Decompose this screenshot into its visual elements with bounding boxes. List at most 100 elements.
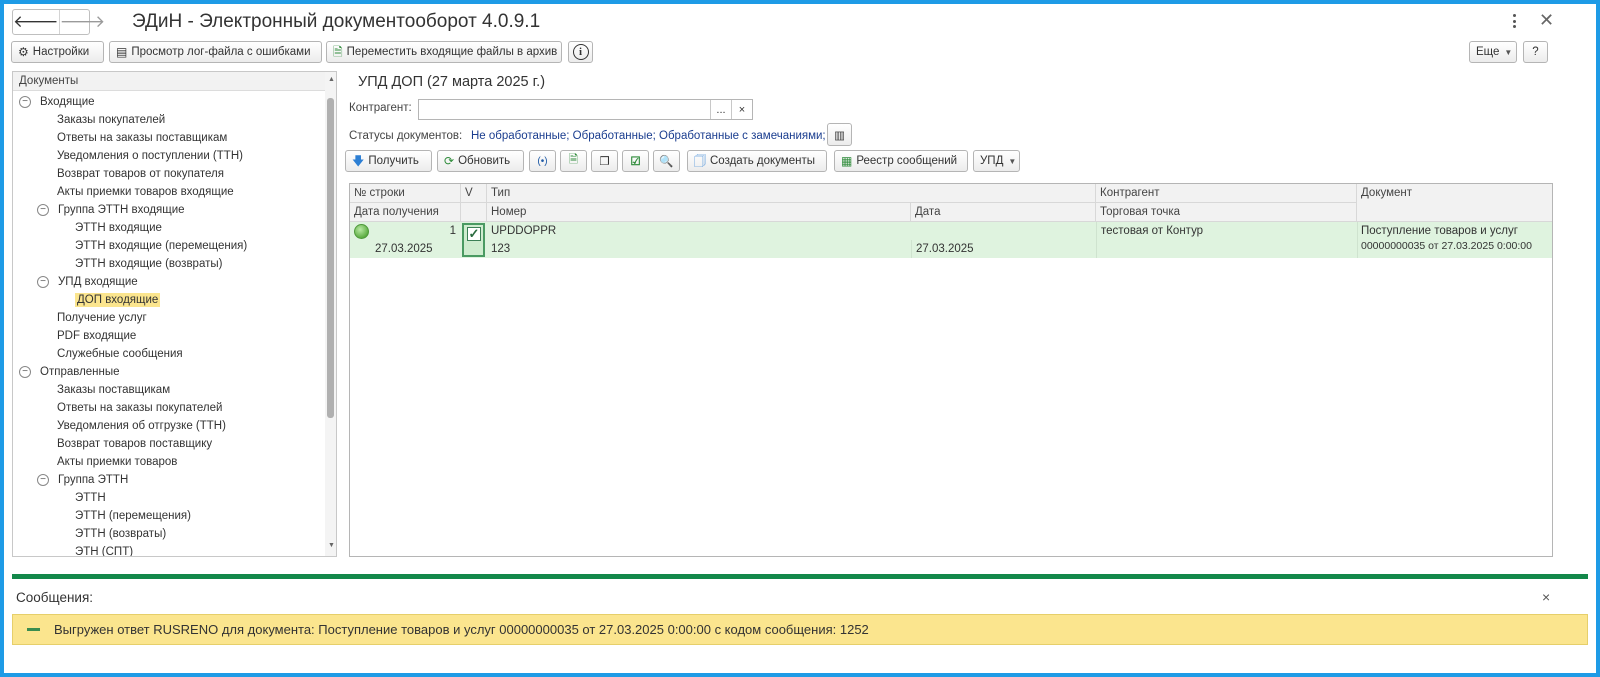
tree-item[interactable]: Служебные сообщения bbox=[57, 345, 183, 363]
contractor-select-button[interactable]: ... bbox=[710, 100, 731, 119]
column-header-document[interactable]: Документ bbox=[1357, 184, 1552, 222]
forward-button[interactable]: 🡒 bbox=[60, 10, 106, 34]
tree-item[interactable]: Акты приемки товаров входящие bbox=[57, 183, 234, 201]
tree-item[interactable]: ЭТТН bbox=[75, 489, 106, 507]
contractor-field: ... × bbox=[418, 99, 753, 120]
tree-item[interactable]: ДОП входящие bbox=[75, 291, 161, 309]
create-documents-button[interactable]: 🗍 Создать документы bbox=[687, 150, 827, 172]
tree-item[interactable]: Заказы поставщикам bbox=[57, 381, 170, 399]
column-header-row-no[interactable]: № строки bbox=[350, 184, 461, 203]
tree-item[interactable]: ЭТТН (возвраты) bbox=[75, 525, 166, 543]
tree-item[interactable]: Заказы покупателей bbox=[57, 111, 165, 129]
tree-item[interactable]: Акты приемки товаров bbox=[57, 453, 177, 471]
registry-button[interactable]: ▦ Реестр сообщений bbox=[834, 150, 968, 172]
message-text: Выгружен ответ RUSRENO для документа: По… bbox=[54, 622, 869, 637]
column-header-date[interactable]: Дата bbox=[911, 203, 1096, 222]
more-button[interactable]: Еще ▼ bbox=[1469, 41, 1517, 63]
chevron-down-icon: ▼ bbox=[1008, 156, 1017, 166]
tree-item[interactable]: − Отправленные bbox=[19, 363, 120, 381]
settings-button-label: Настройки bbox=[32, 46, 90, 58]
search-button[interactable]: 🔍 bbox=[653, 150, 680, 172]
tree-item[interactable]: ЭТТН входящие bbox=[75, 219, 162, 237]
scrollbar-thumb[interactable] bbox=[327, 98, 334, 418]
column-header-number[interactable]: Номер bbox=[487, 203, 911, 222]
tree-item[interactable]: − Группа ЭТТН bbox=[37, 471, 128, 489]
tree-item[interactable]: Ответы на заказы покупателей bbox=[57, 399, 222, 417]
receive-button[interactable]: 🡇 Получить bbox=[345, 150, 432, 172]
status-label: Статусы документов: bbox=[349, 130, 463, 142]
tree-item[interactable]: − Группа ЭТТН входящие bbox=[37, 201, 185, 219]
tree-item[interactable]: ЭТТН входящие (перемещения) bbox=[75, 237, 247, 255]
status-filter-button[interactable]: ▥ bbox=[827, 123, 852, 146]
collapse-toggle-icon[interactable]: − bbox=[19, 96, 31, 108]
tree-item[interactable]: Получение услуг bbox=[57, 309, 147, 327]
back-button[interactable]: 🡐 bbox=[13, 10, 60, 34]
tree-item[interactable]: PDF входящие bbox=[57, 327, 136, 345]
tree-item[interactable]: Ответы на заказы поставщикам bbox=[57, 129, 227, 147]
tree-item[interactable]: Уведомления об отгрузке (ТТН) bbox=[57, 417, 226, 435]
status-ok-icon bbox=[354, 224, 369, 239]
copy-button[interactable]: ❐ bbox=[591, 150, 618, 172]
tree-item-label: ЭТТН (перемещения) bbox=[75, 510, 191, 522]
tree-item[interactable]: − УПД входящие bbox=[37, 273, 138, 291]
create-documents-button-label: Создать документы bbox=[710, 155, 815, 167]
row-number-value: 123 bbox=[491, 243, 511, 255]
scroll-up-icon[interactable]: ▲ bbox=[328, 76, 335, 83]
collapse-toggle-icon[interactable]: − bbox=[37, 474, 49, 486]
row-date-received: 27.03.2025 bbox=[375, 243, 433, 255]
collapse-toggle-icon[interactable]: − bbox=[19, 366, 31, 378]
document-arrow-icon: 🗎 bbox=[568, 153, 579, 166]
tree-item-label: ЭТТН входящие (перемещения) bbox=[75, 240, 248, 252]
message-collapse-icon[interactable] bbox=[27, 628, 40, 631]
messages-title: Сообщения: bbox=[16, 590, 94, 605]
status-filter-link[interactable]: Не обработанные; Обработанные; Обработан… bbox=[471, 130, 826, 142]
contractor-clear-button[interactable]: × bbox=[731, 100, 752, 119]
collapse-toggle-icon[interactable]: − bbox=[37, 276, 49, 288]
check-all-button[interactable]: ☑ bbox=[622, 150, 649, 172]
tree-item[interactable]: Возврат товаров поставщику bbox=[57, 435, 212, 453]
app-window: 🡐 🡒 ЭДиН - Электронный документооборот 4… bbox=[4, 4, 1596, 673]
tree-item[interactable]: − Входящие bbox=[19, 93, 95, 111]
window-close-icon[interactable]: ✕ bbox=[1539, 10, 1554, 31]
message-item[interactable]: Выгружен ответ RUSRENO для документа: По… bbox=[12, 614, 1588, 645]
refresh-button[interactable]: ⟳ Обновить bbox=[437, 150, 524, 172]
window-menu-icon[interactable] bbox=[1508, 14, 1520, 28]
tree-item-label: Группа ЭТТН bbox=[58, 474, 129, 486]
tree-item-label: Заказы поставщикам bbox=[57, 384, 171, 396]
tree-item[interactable]: ЭТТН входящие (возвраты) bbox=[75, 255, 222, 273]
tree-scrollbar[interactable]: ▲ ▼ bbox=[325, 72, 336, 556]
arrow-right-icon: 🡒 bbox=[59, 12, 106, 31]
column-header-type[interactable]: Тип bbox=[487, 184, 1096, 203]
contractor-input[interactable] bbox=[419, 100, 710, 119]
exchange-button[interactable]: (•) bbox=[529, 150, 556, 172]
tree-item-label: Входящие bbox=[40, 96, 95, 108]
row-number: 1 bbox=[449, 225, 456, 237]
column-header-contractor[interactable]: Контрагент bbox=[1096, 184, 1357, 203]
tree-item[interactable]: Возврат товаров от покупателя bbox=[57, 165, 224, 183]
tree-item[interactable]: ЭТН (СПТ) bbox=[75, 543, 134, 557]
row-divider bbox=[1096, 222, 1097, 258]
tree-item[interactable]: ЭТТН (перемещения) bbox=[75, 507, 191, 525]
collapse-toggle-icon[interactable]: − bbox=[37, 204, 49, 216]
row-checkbox[interactable]: ✓ bbox=[467, 227, 481, 241]
tree-item-label: ЭТН (СПТ) bbox=[75, 546, 134, 557]
table-row[interactable]: 1 27.03.2025 ✓ UPDDOPPR 123 27.03.2025 т… bbox=[350, 222, 1552, 258]
upd-menu-button[interactable]: УПД ▼ bbox=[973, 150, 1020, 172]
column-header-trade-point[interactable]: Торговая точка bbox=[1096, 203, 1357, 222]
column-header-v[interactable]: V bbox=[461, 184, 487, 203]
checkmark-icon: ✓ bbox=[468, 226, 480, 241]
import-button[interactable]: 🗎 bbox=[560, 150, 587, 172]
row-document-title[interactable]: Поступление товаров и услуг bbox=[1361, 225, 1518, 237]
move-archive-button[interactable]: 🗎 Переместить входящие файлы в архив bbox=[326, 41, 562, 63]
info-button[interactable]: i bbox=[568, 41, 593, 63]
help-button[interactable]: ? bbox=[1523, 41, 1548, 63]
tree-item[interactable]: Уведомления о поступлении (ТТН) bbox=[57, 147, 243, 165]
help-button-label: ? bbox=[1532, 46, 1539, 58]
messages-close-icon[interactable]: × bbox=[1542, 589, 1550, 605]
view-log-button[interactable]: ▤ Просмотр лог-файла с ошибками bbox=[109, 41, 322, 63]
row-document-detail[interactable]: 00000000035 от 27.03.2025 0:00:00 bbox=[1361, 240, 1532, 252]
column-header-date-received[interactable]: Дата получения bbox=[350, 203, 461, 222]
row-checkbox-cell[interactable]: ✓ bbox=[462, 223, 485, 257]
scroll-down-icon[interactable]: ▼ bbox=[328, 542, 335, 549]
settings-button[interactable]: ⚙ Настройки bbox=[11, 41, 104, 63]
